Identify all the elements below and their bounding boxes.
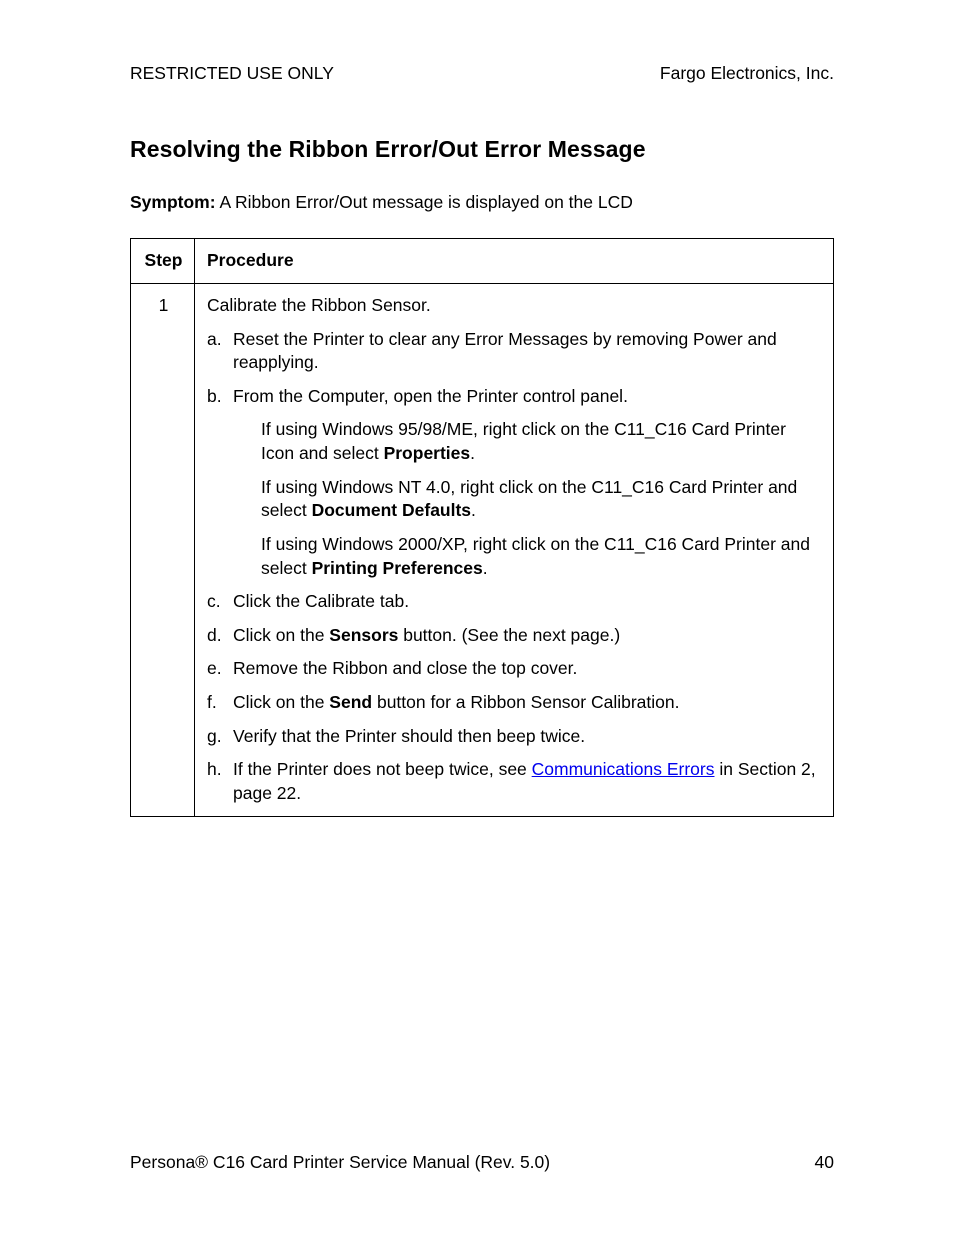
- item-a: a. Reset the Printer to clear any Error …: [207, 328, 823, 375]
- item-b-sub2: If using Windows NT 4.0, right click on …: [261, 476, 823, 523]
- procedure-cell: Calibrate the Ribbon Sensor. a. Reset th…: [195, 283, 834, 816]
- text: Reset the Printer to clear any Error Mes…: [233, 328, 823, 375]
- marker: h.: [207, 758, 233, 805]
- item-d: d. Click on the Sensors button. (See the…: [207, 624, 823, 648]
- procedure-table: Step Procedure 1 Calibrate the Ribbon Se…: [130, 238, 834, 816]
- text-pre: If the Printer does not beep twice, see: [233, 759, 532, 779]
- text-bold: Printing Preferences: [312, 558, 483, 578]
- item-b-sub3: If using Windows 2000/XP, right click on…: [261, 533, 823, 580]
- symptom-line: Symptom: A Ribbon Error/Out message is d…: [130, 191, 834, 215]
- text-pre: Click on the: [233, 625, 329, 645]
- marker: d.: [207, 624, 233, 648]
- text-pre: If using Windows 95/98/ME, right click o…: [261, 419, 786, 463]
- text: Click the Calibrate tab.: [233, 590, 823, 614]
- text: Click on the Send button for a Ribbon Se…: [233, 691, 823, 715]
- table-row: 1 Calibrate the Ribbon Sensor. a. Reset …: [131, 283, 834, 816]
- text-post: .: [471, 500, 476, 520]
- marker: e.: [207, 657, 233, 681]
- item-b-sub1: If using Windows 95/98/ME, right click o…: [261, 418, 823, 465]
- text-pre: Click on the: [233, 692, 329, 712]
- text-bold: Properties: [384, 443, 471, 463]
- text: Remove the Ribbon and close the top cove…: [233, 657, 823, 681]
- item-h: h. If the Printer does not beep twice, s…: [207, 758, 823, 805]
- page-header: RESTRICTED USE ONLY Fargo Electronics, I…: [130, 62, 834, 86]
- text: Click on the Sensors button. (See the ne…: [233, 624, 823, 648]
- text-post: button for a Ribbon Sensor Calibration.: [372, 692, 679, 712]
- communications-errors-link[interactable]: Communications Errors: [532, 759, 715, 779]
- item-c: c. Click the Calibrate tab.: [207, 590, 823, 614]
- item-g: g. Verify that the Printer should then b…: [207, 725, 823, 749]
- item-f: f. Click on the Send button for a Ribbon…: [207, 691, 823, 715]
- step-number: 1: [131, 283, 195, 816]
- text-post: .: [470, 443, 475, 463]
- marker: a.: [207, 328, 233, 375]
- text: Verify that the Printer should then beep…: [233, 725, 823, 749]
- proc-intro: Calibrate the Ribbon Sensor.: [207, 294, 823, 318]
- text-post: .: [483, 558, 488, 578]
- footer-page-number: 40: [815, 1151, 834, 1175]
- text-bold: Sensors: [329, 625, 398, 645]
- text: If the Printer does not beep twice, see …: [233, 758, 823, 805]
- page-footer: Persona® C16 Card Printer Service Manual…: [130, 1151, 834, 1175]
- table-header-row: Step Procedure: [131, 239, 834, 284]
- header-right: Fargo Electronics, Inc.: [660, 62, 834, 86]
- section-heading: Resolving the Ribbon Error/Out Error Mes…: [130, 134, 834, 165]
- item-e: e. Remove the Ribbon and close the top c…: [207, 657, 823, 681]
- symptom-text: A Ribbon Error/Out message is displayed …: [216, 192, 633, 212]
- text-bold: Document Defaults: [312, 500, 471, 520]
- marker: c.: [207, 590, 233, 614]
- marker: b.: [207, 385, 233, 409]
- header-left: RESTRICTED USE ONLY: [130, 62, 334, 86]
- col-step: Step: [131, 239, 195, 284]
- text-bold: Send: [329, 692, 372, 712]
- marker: g.: [207, 725, 233, 749]
- text: From the Computer, open the Printer cont…: [233, 385, 823, 409]
- col-procedure: Procedure: [195, 239, 834, 284]
- marker: f.: [207, 691, 233, 715]
- symptom-label: Symptom:: [130, 192, 216, 212]
- text-post: button. (See the next page.): [398, 625, 620, 645]
- item-b: b. From the Computer, open the Printer c…: [207, 385, 823, 409]
- footer-left: Persona® C16 Card Printer Service Manual…: [130, 1151, 550, 1175]
